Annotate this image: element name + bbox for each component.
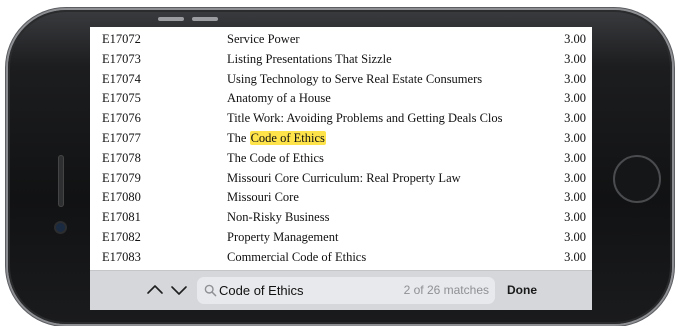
course-code: E17072 — [102, 32, 141, 46]
course-code: E17079 — [102, 170, 141, 185]
course-title: Commercial Code of Ethics — [227, 249, 367, 264]
chevron-up-icon — [147, 285, 163, 294]
course-hours: 3.00 — [564, 229, 586, 244]
home-button[interactable] — [613, 155, 661, 203]
course-code: E17074 — [102, 71, 141, 86]
course-title: Non-Risky Business — [227, 210, 330, 225]
previous-match-button[interactable] — [146, 281, 164, 299]
find-in-page-bar: 2 of 26 matches Done — [90, 270, 592, 310]
table-row: E17080 Missouri Core 3.00 — [90, 188, 592, 208]
find-search-field[interactable]: 2 of 26 matches — [197, 277, 495, 304]
front-camera — [56, 223, 65, 232]
course-title: The Code of Ethics — [227, 150, 324, 165]
done-button[interactable]: Done — [507, 283, 537, 297]
course-hours: 3.00 — [564, 51, 586, 66]
match-count-label: 2 of 26 matches — [403, 283, 489, 297]
chevron-down-icon — [171, 286, 187, 295]
table-row: E17073 Listing Presentations That Sizzle… — [90, 50, 592, 70]
course-code: E17083 — [102, 249, 141, 264]
course-hours: 3.00 — [564, 190, 586, 205]
course-code: E17078 — [102, 150, 141, 165]
course-hours: 3.00 — [564, 150, 586, 165]
volume-up-button — [158, 17, 184, 21]
course-title: Missouri Core — [227, 190, 299, 205]
course-title: Title Work: Avoiding Problems and Gettin… — [227, 111, 503, 126]
course-code: E17081 — [102, 210, 141, 225]
table-row: E17076 Title Work: Avoiding Problems and… — [90, 109, 592, 129]
course-title: The Code of Ethics — [227, 130, 517, 146]
table-row: E17081 Non-Risky Business 3.00 — [90, 208, 592, 228]
course-hours: 3.00 — [564, 91, 586, 106]
course-code: E17075 — [102, 91, 141, 106]
next-match-button[interactable] — [170, 281, 188, 299]
course-hours: 3.00 — [564, 249, 586, 264]
screen: E17072 Service Power 3.00 E17073 Listing… — [90, 27, 592, 310]
course-title: Listing Presentations That Sizzle — [227, 51, 392, 66]
table-row: E17075 Anatomy of a House 3.00 — [90, 89, 592, 109]
stage: E17072 Service Power 3.00 E17073 Listing… — [0, 0, 678, 326]
course-code: E17077 — [102, 130, 141, 145]
table-row: E17083 Commercial Code of Ethics 3.00 — [90, 248, 592, 268]
course-code: E17073 — [102, 51, 141, 66]
course-title: Service Power — [227, 32, 300, 46]
earpiece-speaker — [58, 155, 64, 207]
course-hours: 3.00 — [564, 32, 586, 46]
table-row: E17074 Using Technology to Serve Real Es… — [90, 70, 592, 90]
course-code: E17082 — [102, 229, 141, 244]
course-title-prefix: The — [227, 130, 250, 145]
course-hours: 3.00 — [564, 111, 586, 126]
course-code: E17076 — [102, 111, 141, 126]
find-query-input[interactable] — [219, 280, 389, 301]
course-code: E17080 — [102, 190, 141, 205]
table-row: E17072 Service Power 3.00 — [90, 30, 592, 50]
volume-down-button — [192, 17, 218, 21]
table-row: E17079 Missouri Core Curriculum: Real Pr… — [90, 169, 592, 189]
course-title: Missouri Core Curriculum: Real Property … — [227, 170, 461, 185]
magnifier-icon — [204, 284, 217, 297]
course-hours: 3.00 — [564, 130, 586, 145]
course-hours: 3.00 — [564, 71, 586, 86]
course-hours: 3.00 — [564, 170, 586, 185]
course-list: E17072 Service Power 3.00 E17073 Listing… — [90, 30, 592, 268]
course-title: Using Technology to Serve Real Estate Co… — [227, 71, 483, 86]
search-match-highlight: Code of Ethics — [249, 130, 326, 145]
table-row: E17078 The Code of Ethics 3.00 — [90, 149, 592, 169]
course-title: Anatomy of a House — [227, 91, 331, 106]
table-row-current-match: E17077 The Code of Ethics 3.00 — [90, 129, 592, 149]
table-row: E17082 Property Management 3.00 — [90, 228, 592, 248]
course-hours: 3.00 — [564, 210, 586, 225]
course-title: Property Management — [227, 229, 339, 244]
